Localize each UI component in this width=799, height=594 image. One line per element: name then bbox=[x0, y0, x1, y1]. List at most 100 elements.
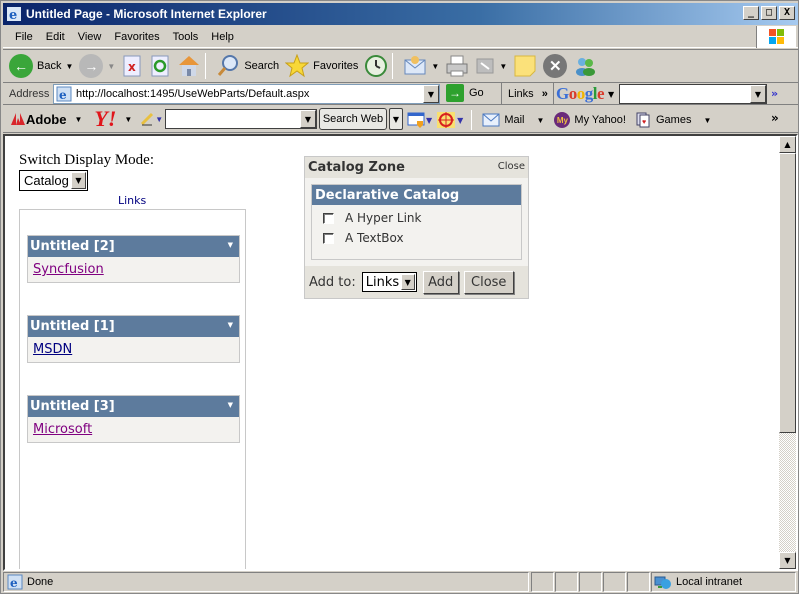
history-button[interactable] bbox=[364, 54, 388, 78]
games-dropdown-icon[interactable]: ▼ bbox=[703, 116, 711, 125]
display-mode-select[interactable]: Catalog ▼ bbox=[19, 170, 88, 191]
yahoo-logo: Y! bbox=[94, 106, 117, 131]
fullscreen-dropdown-icon[interactable]: ▼ bbox=[499, 62, 507, 71]
google-dropdown-icon[interactable]: ▼ bbox=[608, 90, 614, 99]
ie-window: e Untitled Page - Microsoft Internet Exp… bbox=[0, 0, 799, 594]
syncfusion-link[interactable]: Syncfusion bbox=[33, 262, 104, 277]
forward-dropdown-icon[interactable]: ▼ bbox=[107, 62, 115, 71]
scroll-up-button[interactable]: ▲ bbox=[779, 136, 796, 153]
menu-view[interactable]: View bbox=[78, 31, 102, 43]
address-input[interactable]: e http://localhost:1495/UseWebParts/Defa… bbox=[53, 84, 440, 104]
display-mode-dropdown-button[interactable]: ▼ bbox=[71, 172, 86, 189]
yahoo-button[interactable]: Y! ▼ bbox=[94, 106, 132, 132]
back-dropdown-icon[interactable]: ▼ bbox=[65, 62, 73, 71]
print-button[interactable] bbox=[445, 54, 469, 78]
popup-blocker-dropdown-icon[interactable]: ▼ bbox=[426, 116, 432, 125]
adobe-button[interactable]: Adobe ▼ bbox=[11, 112, 82, 127]
highlight-button[interactable]: ▼ bbox=[140, 112, 163, 126]
fullscreen-icon bbox=[476, 58, 494, 74]
menu-favorites[interactable]: Favorites bbox=[114, 31, 159, 43]
search-web-button[interactable]: Search Web bbox=[319, 108, 387, 130]
address-dropdown-button[interactable]: ▼ bbox=[423, 85, 439, 103]
msdn-link[interactable]: MSDN bbox=[33, 342, 72, 357]
close-circle-button[interactable]: ✕ bbox=[543, 54, 568, 78]
refresh-button[interactable] bbox=[149, 54, 171, 78]
standard-toolbar: ← Back ▼ → ▼ x Search Favorites ▼ ▼ ✕ bbox=[3, 49, 798, 83]
menu-tools[interactable]: Tools bbox=[173, 31, 199, 43]
mail-dropdown-icon[interactable]: ▼ bbox=[431, 62, 439, 71]
catalog-close-button[interactable]: Close bbox=[463, 270, 514, 294]
webpart-title: Untitled [2] bbox=[30, 239, 115, 254]
catalog-item-hyperlink[interactable]: A Hyper Link bbox=[323, 208, 521, 228]
notes-button[interactable] bbox=[513, 54, 537, 78]
ie-logo-icon: e bbox=[7, 7, 21, 22]
fullscreen-button[interactable]: ▼ bbox=[475, 56, 507, 76]
status-cell bbox=[603, 572, 626, 592]
search-button[interactable]: Search bbox=[216, 54, 279, 78]
popup-blocker-icon[interactable] bbox=[407, 111, 425, 129]
highlight-dropdown-icon[interactable]: ▼ bbox=[155, 115, 163, 124]
webpart-body: Syncfusion bbox=[28, 257, 239, 282]
mail-button[interactable]: ▼ bbox=[403, 54, 439, 78]
yahoo-search-dropdown-button[interactable]: ▼ bbox=[300, 110, 316, 128]
add-to-zone-dropdown-button[interactable]: ▼ bbox=[400, 274, 415, 290]
status-main: e Done bbox=[3, 572, 529, 592]
messenger-button[interactable] bbox=[573, 54, 597, 78]
yahoo-mail-button[interactable]: Mail ▼ bbox=[482, 113, 544, 127]
back-label: Back bbox=[37, 60, 62, 72]
webpart-verbs-menu-icon[interactable]: ▼ bbox=[228, 241, 233, 249]
security-zone-label: Local intranet bbox=[676, 576, 743, 588]
go-button[interactable]: → Go bbox=[446, 84, 484, 102]
back-button[interactable]: ← Back ▼ bbox=[9, 54, 73, 78]
links-button[interactable]: Links » bbox=[501, 83, 548, 105]
webpart-verbs-menu-icon[interactable]: ▼ bbox=[228, 401, 233, 409]
menu-file[interactable]: File bbox=[15, 31, 33, 43]
minimize-button[interactable]: _ bbox=[743, 6, 759, 20]
google-toolbar-button[interactable]: Google ▼ bbox=[553, 83, 614, 105]
games-button[interactable]: ♥ Games ▼ bbox=[636, 112, 711, 128]
title-bar: e Untitled Page - Microsoft Internet Exp… bbox=[3, 3, 798, 25]
textbox-checkbox[interactable] bbox=[323, 232, 334, 244]
scroll-thumb[interactable] bbox=[779, 153, 796, 433]
toolbar-separator bbox=[471, 110, 473, 130]
home-button[interactable] bbox=[177, 54, 201, 78]
address-url: http://localhost:1495/UseWebParts/Defaul… bbox=[76, 88, 310, 100]
yahoo-mail-dropdown-icon[interactable]: ▼ bbox=[536, 116, 544, 125]
yahoo-search-input[interactable]: ▼ bbox=[165, 109, 317, 129]
maximize-button[interactable]: □ bbox=[761, 6, 777, 20]
stop-button[interactable]: x bbox=[121, 54, 143, 78]
adobe-dropdown-icon[interactable]: ▼ bbox=[74, 115, 82, 124]
webpart-title: Untitled [3] bbox=[30, 399, 115, 414]
hyperlink-checkbox[interactable] bbox=[323, 212, 334, 224]
declarative-catalog-title: Declarative Catalog bbox=[312, 185, 521, 205]
vertical-scrollbar[interactable]: ▲ ▼ bbox=[779, 136, 796, 569]
status-bar: e Done Local intranet bbox=[3, 572, 798, 593]
webpart-untitled-3: Untitled [3] ▼ Microsoft bbox=[27, 395, 240, 443]
more-chevron-icon[interactable]: » bbox=[771, 87, 778, 100]
menu-help[interactable]: Help bbox=[211, 31, 234, 43]
yahoo-dropdown-icon[interactable]: ▼ bbox=[124, 115, 132, 124]
yahoo-more-chevron-icon[interactable]: » bbox=[771, 111, 779, 125]
scroll-down-button[interactable]: ▼ bbox=[779, 552, 796, 569]
my-yahoo-button[interactable]: My My Yahoo! bbox=[554, 112, 626, 128]
target-dropdown-icon[interactable]: ▼ bbox=[457, 116, 463, 125]
links-chevron-icon[interactable]: » bbox=[542, 88, 548, 100]
add-button[interactable]: Add bbox=[422, 270, 459, 294]
forward-icon: → bbox=[79, 54, 104, 78]
forward-button[interactable]: → ▼ bbox=[79, 54, 115, 78]
catalog-item-textbox[interactable]: A TextBox bbox=[323, 228, 521, 248]
favorites-button[interactable]: Favorites bbox=[285, 54, 358, 78]
target-icon[interactable] bbox=[436, 111, 456, 129]
refresh-icon bbox=[151, 55, 169, 77]
microsoft-link[interactable]: Microsoft bbox=[33, 422, 92, 437]
menu-edit[interactable]: Edit bbox=[46, 31, 65, 43]
close-button[interactable]: X bbox=[779, 6, 795, 20]
search-web-dropdown-button[interactable]: ▼ bbox=[389, 108, 403, 130]
catalog-close-link[interactable]: Close bbox=[498, 161, 525, 172]
webpart-verbs-menu-icon[interactable]: ▼ bbox=[228, 321, 233, 329]
catalog-zone-title: Catalog Zone bbox=[308, 160, 405, 175]
add-to-zone-select[interactable]: Links ▼ bbox=[361, 272, 417, 292]
google-search-dropdown-button[interactable]: ▼ bbox=[750, 85, 766, 103]
google-search-input[interactable]: ▼ bbox=[619, 84, 767, 104]
catalog-item-label: A Hyper Link bbox=[345, 211, 422, 225]
